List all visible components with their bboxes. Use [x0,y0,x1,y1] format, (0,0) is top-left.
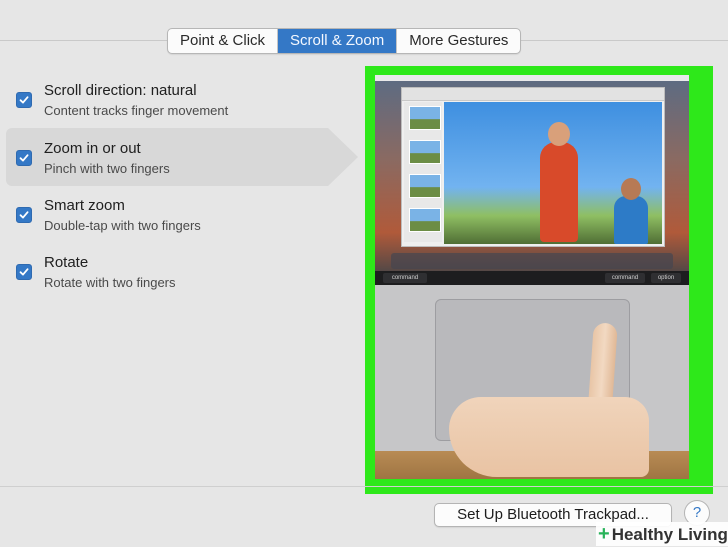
hiking-photo [444,102,662,244]
option-subtitle: Pinch with two fingers [44,161,170,176]
option-title: Smart zoom [44,197,125,214]
thumbnail-sidebar [404,102,442,242]
thumbnail [409,140,441,164]
option-title: Rotate [44,254,89,271]
photo-figure [621,178,641,200]
option-title: Scroll direction: natural [44,82,197,99]
hand [449,397,649,477]
thumbnail [409,208,441,232]
menu-bar [375,75,689,81]
command-key-left: command [383,273,427,283]
option-subtitle: Content tracks finger movement [44,103,229,118]
scroll-direction-checkbox[interactable] [16,92,32,108]
tab-scroll-and-zoom[interactable]: Scroll & Zoom [278,29,398,53]
option-rotate[interactable]: Rotate Rotate with two fingers [6,242,328,300]
smart-zoom-checkbox[interactable] [16,207,32,223]
bottom-divider [0,486,728,487]
plus-icon: + [598,523,610,545]
option-zoom-in-or-out[interactable]: Zoom in or out Pinch with two fingers [6,128,358,186]
option-title: Zoom in or out [44,140,141,157]
option-subtitle: Double-tap with two fingers [44,218,201,233]
segmented-tab-control: Point & Click Scroll & Zoom More Gesture… [167,28,522,54]
watermark-text: Healthy Living [611,525,728,544]
checkmark-icon [19,154,29,162]
checkmark-icon [19,211,29,219]
watermark: + Healthy Living [596,522,728,546]
option-smart-zoom[interactable]: Smart zoom Double-tap with two fingers [6,185,328,243]
gesture-preview-frame: command command option [365,66,713,494]
dock [391,253,673,269]
rotate-checkbox[interactable] [16,264,32,280]
option-key: option [651,273,681,283]
photo-figure [614,196,648,244]
option-scroll-direction[interactable]: Scroll direction: natural Content tracks… [6,70,328,128]
laptop-screen: command command option [375,75,689,285]
photo-figure [548,122,570,146]
tab-more-gestures[interactable]: More Gestures [397,29,520,53]
thumbnail [409,106,441,130]
zoom-checkbox[interactable] [16,150,32,166]
gesture-preview-video: command command option [375,75,689,479]
tab-point-and-click[interactable]: Point & Click [168,29,279,53]
photo-figure [540,142,578,242]
checkmark-icon [19,268,29,276]
command-key-right: command [605,273,645,283]
photos-app-window [401,87,665,247]
app-titlebar [402,88,664,101]
checkmark-icon [19,96,29,104]
option-subtitle: Rotate with two fingers [44,275,176,290]
thumbnail [409,174,441,198]
keyboard-row: command command option [375,271,689,285]
